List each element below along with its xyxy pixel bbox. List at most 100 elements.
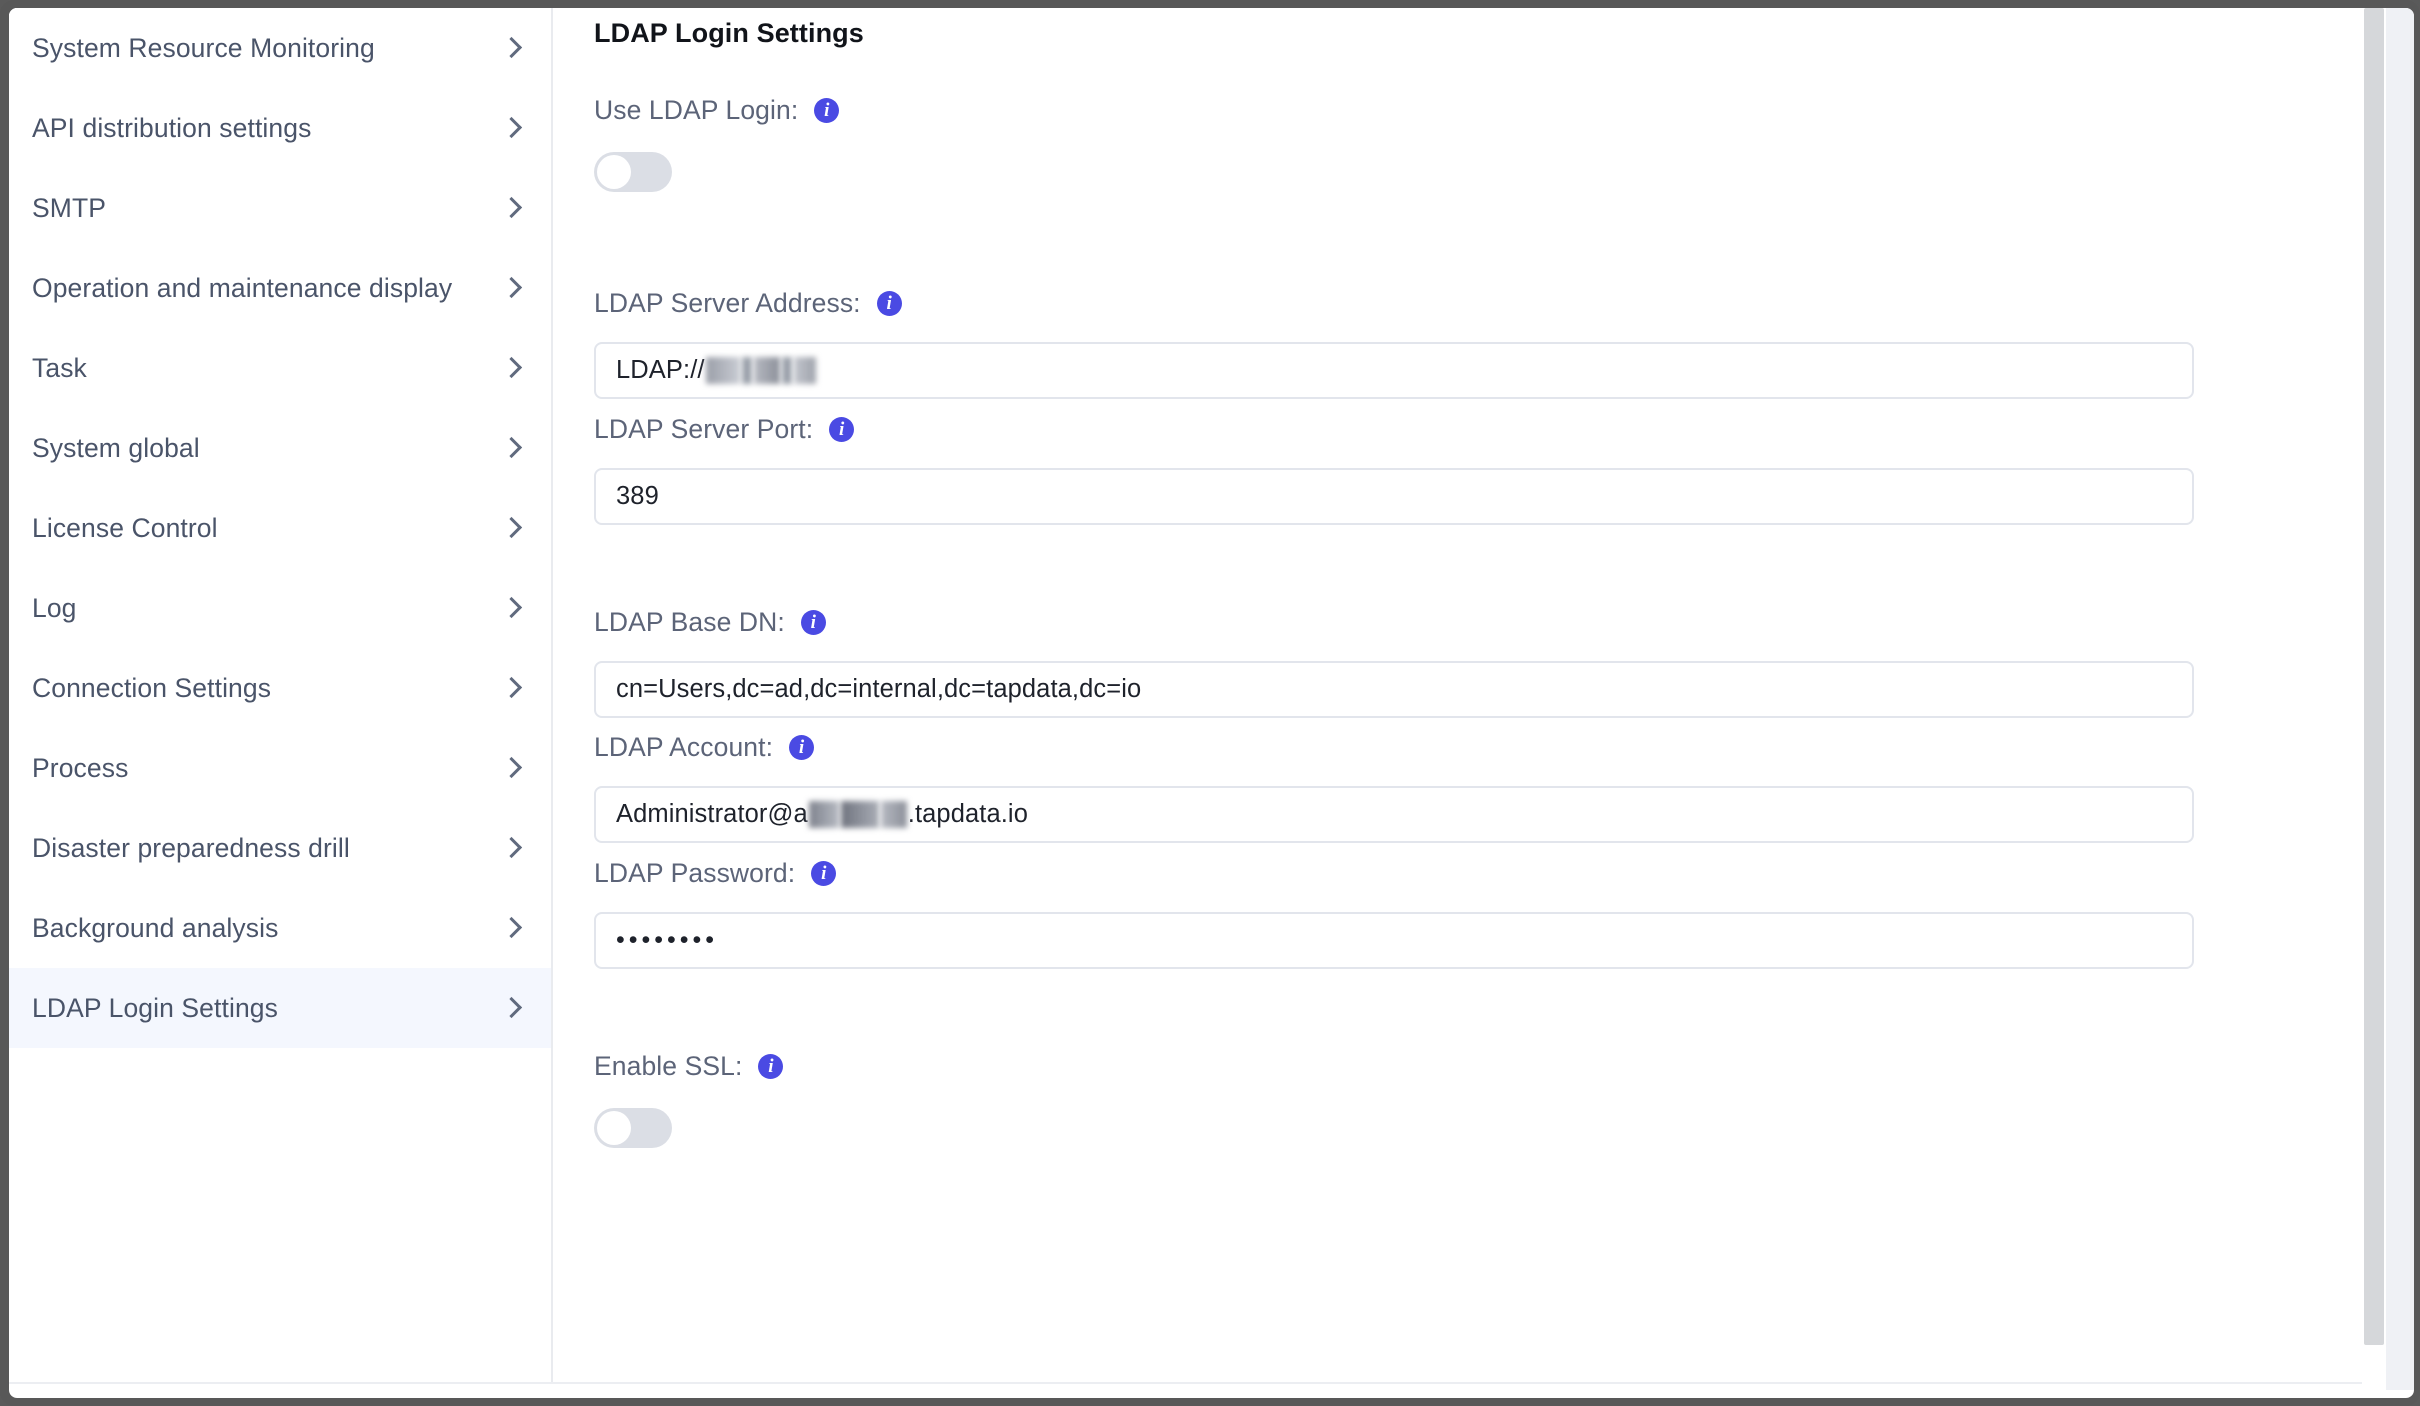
vertical-scrollbar-track[interactable] bbox=[2362, 8, 2386, 1390]
sidebar-item-operation-and-maintenance-display[interactable]: Operation and maintenance display bbox=[9, 248, 551, 328]
info-icon[interactable]: i bbox=[800, 609, 826, 635]
sidebar-item-connection-settings[interactable]: Connection Settings bbox=[9, 648, 551, 728]
chevron-right-icon bbox=[499, 355, 525, 381]
sidebar-item-license-control[interactable]: License Control bbox=[9, 488, 551, 568]
info-icon[interactable]: i bbox=[789, 734, 815, 760]
info-icon[interactable]: i bbox=[814, 97, 840, 123]
field-label-row: Use LDAP Login: i bbox=[594, 93, 840, 127]
ldap-account-value-suffix: .tapdata.io bbox=[907, 800, 1028, 828]
settings-panes: System Resource Monitoring API distribut… bbox=[9, 8, 2386, 1390]
sidebar-item-task[interactable]: Task bbox=[9, 328, 551, 408]
ldap-server-address-label: LDAP Server Address: bbox=[594, 287, 861, 318]
sidebar-item-smtp[interactable]: SMTP bbox=[9, 168, 551, 248]
field-ldap-password: LDAP Password: i •••••••• bbox=[594, 856, 2194, 969]
chevron-right-icon bbox=[499, 915, 525, 941]
sidebar-item-label: Disaster preparedness drill bbox=[32, 832, 350, 863]
chevron-right-icon bbox=[499, 595, 525, 621]
panel-bottom-edge bbox=[9, 1382, 2386, 1390]
ldap-server-port-input[interactable]: 389 bbox=[594, 468, 2194, 525]
sidebar-item-label: Log bbox=[32, 592, 77, 623]
ldap-base-dn-value: cn=Users,dc=ad,dc=internal,dc=tapdata,dc… bbox=[616, 675, 1142, 703]
toggle-knob bbox=[597, 1111, 631, 1145]
field-label-row: LDAP Base DN: i bbox=[594, 605, 2194, 639]
ldap-base-dn-input[interactable]: cn=Users,dc=ad,dc=internal,dc=tapdata,dc… bbox=[594, 661, 2194, 718]
chevron-right-icon bbox=[499, 675, 525, 701]
sidebar-item-ldap-login-settings[interactable]: LDAP Login Settings bbox=[9, 968, 551, 1048]
field-enable-ssl: Enable SSL: i bbox=[594, 1049, 784, 1148]
ldap-password-input[interactable]: •••••••• bbox=[594, 912, 2194, 969]
chevron-right-icon bbox=[499, 835, 525, 861]
sidebar-item-process[interactable]: Process bbox=[9, 728, 551, 808]
info-icon[interactable]: i bbox=[811, 860, 837, 886]
sidebar-item-label: License Control bbox=[32, 512, 218, 543]
chevron-right-icon bbox=[499, 195, 525, 221]
toggle-knob bbox=[597, 155, 631, 189]
redacted-segment bbox=[793, 357, 816, 384]
redacted-segment bbox=[808, 801, 839, 828]
vertical-scrollbar-thumb[interactable] bbox=[2364, 8, 2384, 1345]
sidebar-item-label: Task bbox=[32, 352, 87, 383]
redacted-segment bbox=[781, 357, 792, 384]
sidebar-item-disaster-preparedness-drill[interactable]: Disaster preparedness drill bbox=[9, 808, 551, 888]
redacted-segment bbox=[840, 801, 879, 828]
chevron-right-icon bbox=[499, 995, 525, 1021]
field-ldap-server-port: LDAP Server Port: i 389 bbox=[594, 412, 2194, 525]
info-icon[interactable]: i bbox=[876, 290, 902, 316]
sidebar-item-log[interactable]: Log bbox=[9, 568, 551, 648]
redacted-segment bbox=[741, 357, 752, 384]
ldap-server-address-value: LDAP:// bbox=[616, 356, 705, 384]
sidebar-item-label: LDAP Login Settings bbox=[32, 992, 278, 1023]
redacted-segment bbox=[753, 357, 780, 384]
field-use-ldap-login: Use LDAP Login: i bbox=[594, 93, 840, 192]
field-label-row: LDAP Server Address: i bbox=[594, 286, 2194, 320]
ldap-settings-panel: LDAP Login Settings Use LDAP Login: i LD… bbox=[555, 8, 2362, 1390]
window-frame: System Resource Monitoring API distribut… bbox=[0, 0, 2420, 1406]
field-label-row: LDAP Password: i bbox=[594, 856, 2194, 890]
sidebar-item-background-analysis[interactable]: Background analysis bbox=[9, 888, 551, 968]
sidebar-item-api-distribution-settings[interactable]: API distribution settings bbox=[9, 88, 551, 168]
use-ldap-login-label: Use LDAP Login: bbox=[594, 94, 799, 125]
window-inner: System Resource Monitoring API distribut… bbox=[9, 8, 2414, 1398]
chevron-right-icon bbox=[499, 35, 525, 61]
field-ldap-account: LDAP Account: i Administrator@a .tapdata.… bbox=[594, 730, 2194, 843]
sidebar-item-label: System global bbox=[32, 432, 200, 463]
ldap-server-address-input[interactable]: LDAP:// bbox=[594, 342, 2194, 399]
sidebar-item-label: SMTP bbox=[32, 192, 107, 223]
sidebar-item-label: Background analysis bbox=[32, 912, 279, 943]
info-icon[interactable]: i bbox=[758, 1053, 784, 1079]
settings-sidebar: System Resource Monitoring API distribut… bbox=[9, 8, 553, 1390]
field-label-row: Enable SSL: i bbox=[594, 1049, 784, 1083]
sidebar-item-label: Operation and maintenance display bbox=[32, 272, 453, 303]
ldap-server-port-label: LDAP Server Port: bbox=[594, 413, 814, 444]
redacted-segment bbox=[880, 801, 907, 828]
chevron-right-icon bbox=[499, 515, 525, 541]
ldap-password-value: •••••••• bbox=[616, 926, 719, 954]
use-ldap-login-toggle[interactable] bbox=[594, 152, 672, 192]
ldap-password-label: LDAP Password: bbox=[594, 857, 796, 888]
ldap-base-dn-label: LDAP Base DN: bbox=[594, 606, 785, 637]
field-label-row: LDAP Account: i bbox=[594, 730, 2194, 764]
chevron-right-icon bbox=[499, 115, 525, 141]
redacted-segment bbox=[705, 357, 740, 384]
sidebar-item-label: System Resource Monitoring bbox=[32, 32, 375, 63]
chevron-right-icon bbox=[499, 275, 525, 301]
page-title: LDAP Login Settings bbox=[594, 18, 864, 48]
chevron-right-icon bbox=[499, 755, 525, 781]
enable-ssl-label: Enable SSL: bbox=[594, 1050, 743, 1081]
info-icon[interactable]: i bbox=[829, 416, 855, 442]
ldap-account-value-prefix: Administrator@a bbox=[616, 800, 808, 828]
ldap-server-port-value: 389 bbox=[616, 482, 659, 510]
field-ldap-base-dn: LDAP Base DN: i cn=Users,dc=ad,dc=intern… bbox=[594, 605, 2194, 718]
enable-ssl-toggle[interactable] bbox=[594, 1108, 672, 1148]
field-label-row: LDAP Server Port: i bbox=[594, 412, 2194, 446]
field-ldap-server-address: LDAP Server Address: i LDAP:// bbox=[594, 286, 2194, 399]
sidebar-item-system-resource-monitoring[interactable]: System Resource Monitoring bbox=[9, 8, 551, 88]
ldap-account-label: LDAP Account: bbox=[594, 731, 774, 762]
sidebar-item-label: API distribution settings bbox=[32, 112, 312, 143]
right-gutter bbox=[2386, 8, 2414, 1390]
sidebar-item-system-global[interactable]: System global bbox=[9, 408, 551, 488]
sidebar-item-label: Process bbox=[32, 752, 129, 783]
chevron-right-icon bbox=[499, 435, 525, 461]
sidebar-item-label: Connection Settings bbox=[32, 672, 272, 703]
ldap-account-input[interactable]: Administrator@a .tapdata.io bbox=[594, 786, 2194, 843]
